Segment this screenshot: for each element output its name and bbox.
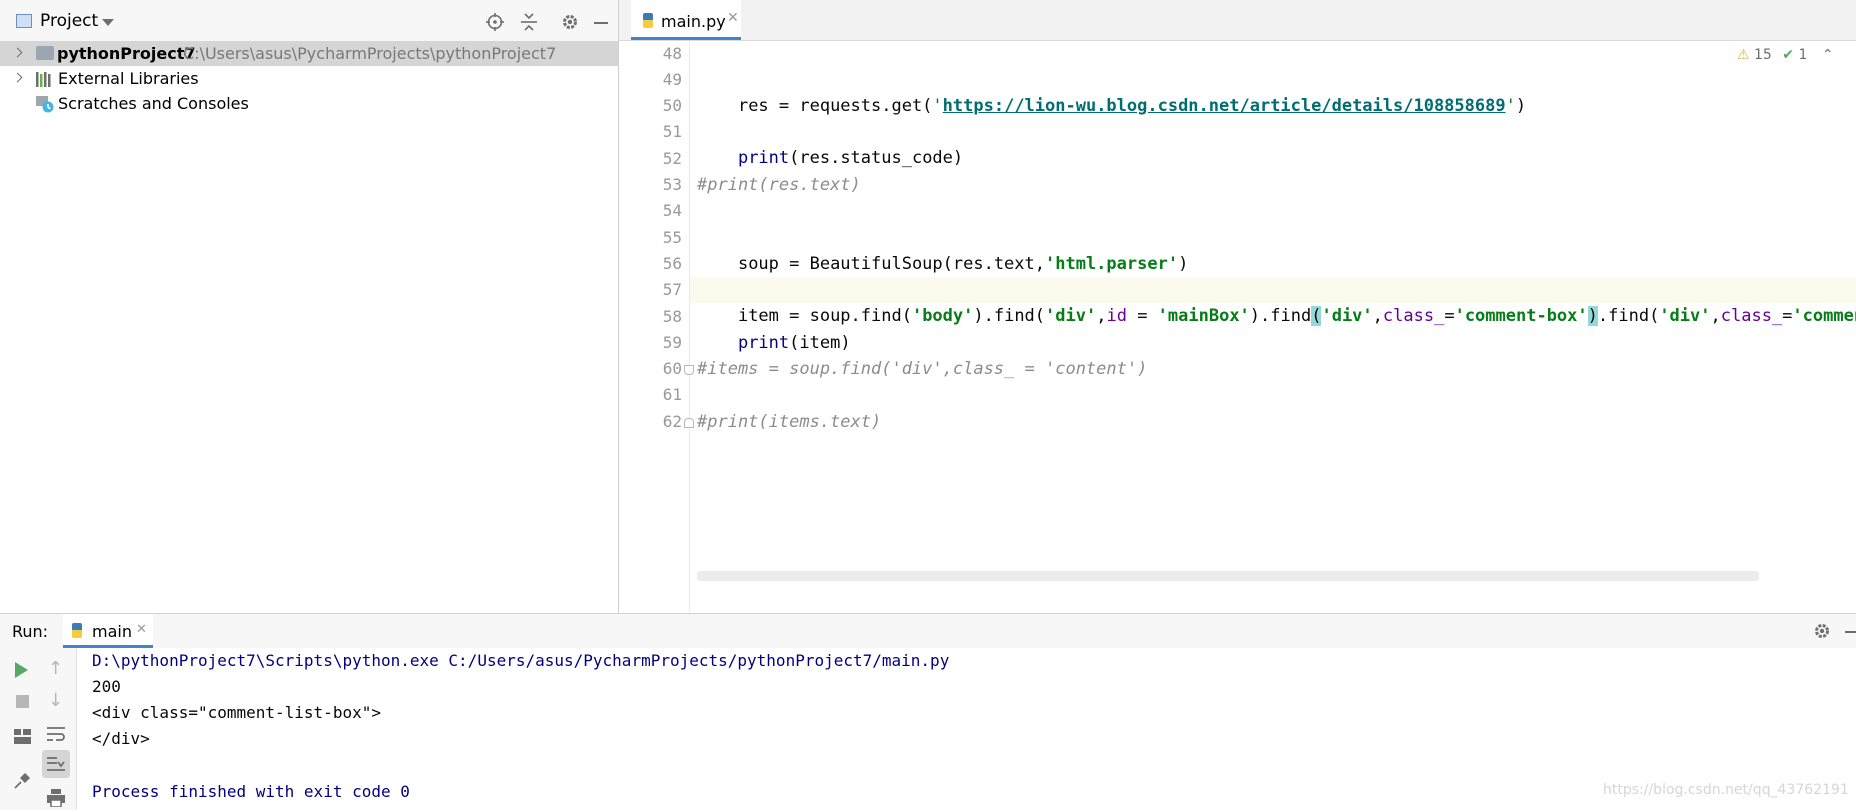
code-line-49: res = requests.get('https://lion-wu.blog… [737,96,1527,116]
inspection-widget[interactable]: ⚠ 15 ✔ 1 ⌃ [1737,47,1834,63]
stop-button[interactable] [8,688,36,716]
print-icon [47,789,65,807]
tree-label: External Libraries [58,69,199,88]
tree-label: Scratches and Consoles [58,94,249,113]
project-path: C:\Users\asus\PycharmProjects\pythonProj… [183,44,557,63]
console-output-line: 200 [92,677,121,696]
tree-item-scratches[interactable]: Scratches and Consoles [0,91,618,116]
code-line-62: #print(items.text) [697,412,882,432]
code-line-53: #print(res.text) [697,175,861,195]
expand-arrow-icon[interactable] [12,41,24,66]
console-command-line: D:\pythonProject7\Scripts\python.exe C:/… [92,651,950,670]
play-icon [15,662,28,678]
soft-wrap-icon [47,727,65,741]
line-number: 48 [662,44,682,63]
url-link[interactable]: https://lion-wu.blog.csdn.net/article/de… [943,96,1506,116]
console-output-line: <div class="comment-list-box"> [92,703,381,722]
line-number: 59 [662,333,682,352]
code-line-55: soup = BeautifulSoup(res.text,'html.pars… [737,254,1189,274]
line-number: 55 [662,228,682,247]
line-number: 54 [662,201,682,220]
editor-tab-bar: main.py ✕ [619,0,1856,41]
warning-icon: ⚠ [1737,47,1750,63]
line-number: 51 [662,122,682,141]
run-toolbar: ↑ ↓ [0,648,77,810]
tab-label: main.py [661,12,726,31]
close-icon[interactable]: ✕ [136,622,147,637]
run-console[interactable]: D:\pythonProject7\Scripts\python.exe C:/… [77,648,1856,810]
code-line-57: item = soup.find('body').find('div',id =… [737,306,1856,326]
warning-count: 15 [1754,47,1772,63]
folder-icon [36,46,54,60]
project-header: Project [0,0,618,45]
library-icon [36,72,51,87]
check-icon: ✔ [1782,47,1795,63]
fold-marker-icon[interactable] [684,365,694,375]
layout-icon [14,729,31,744]
watermark-text: https://blog.csdn.net/qq_43762191 [1603,782,1849,798]
line-number: 56 [662,254,682,273]
line-number: 53 [662,175,682,194]
chevron-up-icon[interactable]: ⌃ [1822,47,1834,63]
console-exit-line: Process finished with exit code 0 [92,782,410,801]
run-label: Run: [12,622,49,641]
line-number: 49 [662,70,682,89]
locate-target-icon[interactable] [486,13,504,31]
line-number: 60 [662,359,682,378]
line-number: 57 [662,280,682,299]
scroll-to-end-icon [47,757,65,771]
horizontal-scrollbar[interactable] [697,571,1759,581]
tree-item-external-libraries[interactable]: External Libraries [0,66,618,91]
python-file-icon [643,13,653,28]
rerun-button[interactable] [8,656,36,684]
collapse-all-icon[interactable] [520,13,538,31]
code-editor[interactable]: 48 49 50 51 52 53 54 55 56 57 58 59 60 6… [619,41,1856,613]
project-name: pythonProject7 [57,44,196,63]
arrow-down-icon: ↓ [48,690,64,711]
code-line-58: print(item) [737,333,851,353]
scroll-down-button[interactable]: ↓ [42,688,70,716]
layout-button[interactable] [8,723,36,751]
pin-tab-button[interactable] [8,766,36,794]
chevron-down-icon[interactable] [102,19,114,26]
print-button[interactable] [42,784,70,812]
close-icon[interactable]: ✕ [727,10,739,26]
console-output-line: </div> [92,729,150,748]
line-number: 58 [662,307,682,326]
expand-arrow-icon[interactable] [12,66,24,91]
gear-icon[interactable] [561,13,579,31]
run-tab-label: main [92,622,132,641]
code-line-51: print(res.status_code) [737,148,964,168]
project-tool-window: Project pythonProject7 C:\Users\asus\Pyc… [0,0,619,613]
line-number: 50 [662,96,682,115]
fold-marker-icon[interactable] [684,418,694,428]
pin-icon [14,773,30,789]
line-number: 61 [662,385,682,404]
tab-main-py[interactable]: main.py ✕ [631,0,741,40]
scroll-to-end-button[interactable] [42,750,70,778]
line-number: 62 [662,412,682,431]
tree-item-project-root[interactable]: pythonProject7 C:\Users\asus\PycharmProj… [0,41,618,66]
scratches-icon [36,96,54,113]
gear-icon[interactable] [1813,622,1831,640]
ok-count: 1 [1798,47,1808,63]
minimize-icon[interactable] [594,22,608,24]
line-number-gutter: 48 49 50 51 52 53 54 55 56 57 58 59 60 6… [619,41,694,613]
line-number: 52 [662,149,682,168]
soft-wrap-button[interactable] [42,720,70,748]
scroll-up-button[interactable]: ↑ [42,656,70,684]
minimize-icon[interactable] [1845,631,1856,633]
run-tool-window-header: Run: main ✕ [0,613,1856,649]
code-line-60: #items = soup.find('div',class_ = 'conte… [697,359,1148,379]
matched-paren: ) [1587,306,1598,326]
project-title[interactable]: Project [40,11,98,31]
project-view-icon [16,14,32,28]
python-run-icon [72,623,82,638]
stop-icon [16,695,29,708]
run-tab-main[interactable]: main ✕ [63,614,153,648]
arrow-up-icon: ↑ [48,658,64,679]
